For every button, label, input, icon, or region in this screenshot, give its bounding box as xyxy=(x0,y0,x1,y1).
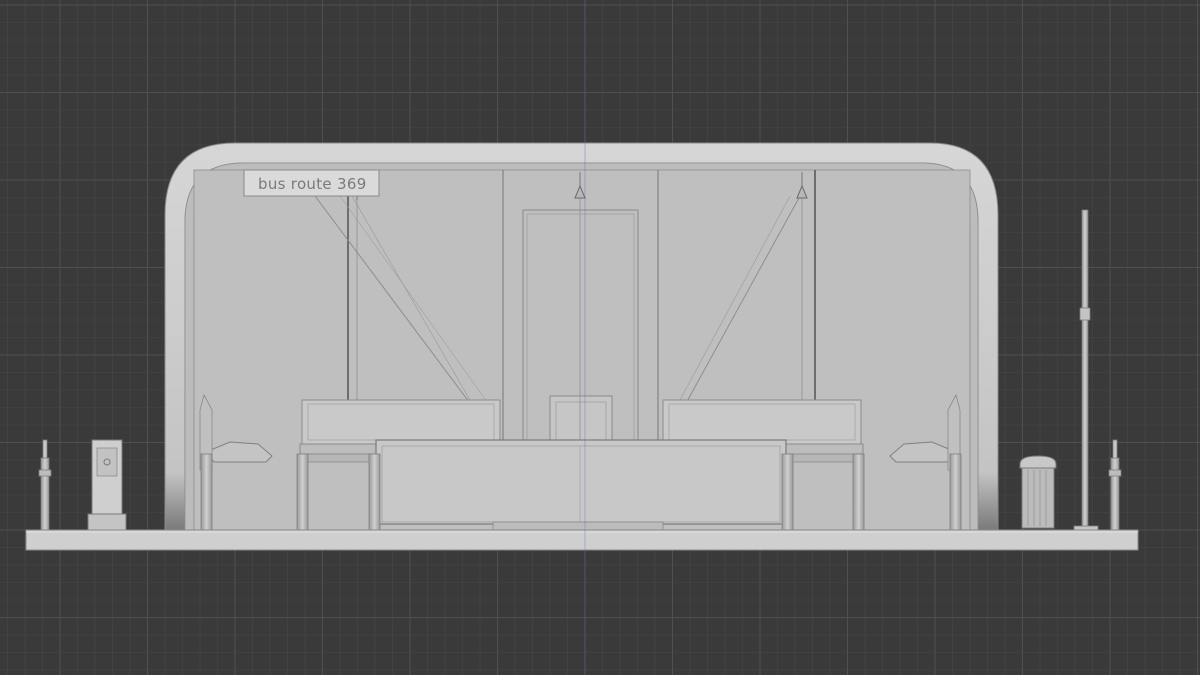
ground-slab[interactable] xyxy=(25,529,1139,551)
bollard-cap xyxy=(42,439,48,459)
bollard-post xyxy=(1110,457,1120,531)
bollard-post xyxy=(40,457,50,531)
bench-seat-rail xyxy=(789,453,863,463)
bin-body xyxy=(1021,467,1055,529)
bench-seat xyxy=(299,443,381,455)
bench-leg xyxy=(296,453,309,531)
bench-leg xyxy=(781,453,794,531)
bench-leg xyxy=(852,453,865,531)
bench-seat-rail xyxy=(299,453,377,463)
orthographic-front-view[interactable]: bus route 369 xyxy=(0,0,1200,675)
bollard-left[interactable] xyxy=(38,439,52,531)
bench-leg xyxy=(368,453,381,531)
display-box-base xyxy=(492,521,664,531)
bench-backrest xyxy=(301,399,501,445)
ground-slab-top xyxy=(25,529,1139,551)
route-sign-text: bus route 369 xyxy=(258,175,367,193)
totem-screen xyxy=(96,447,118,477)
bench-leg xyxy=(949,453,962,531)
display-box[interactable] xyxy=(375,439,787,531)
pole-bracket xyxy=(1079,307,1091,321)
bollard-ring xyxy=(1108,469,1122,477)
bin-lid xyxy=(1019,455,1057,469)
display-box-body xyxy=(375,439,787,525)
route-sign[interactable]: bus route 369 xyxy=(243,169,380,197)
street-pole[interactable] xyxy=(1073,209,1099,532)
bollard-ring xyxy=(38,469,52,477)
bollard-right[interactable] xyxy=(1108,439,1122,531)
information-totem[interactable] xyxy=(87,439,127,531)
3d-viewport[interactable]: bus route 369 xyxy=(0,0,1200,675)
bollard-cap xyxy=(1112,439,1118,459)
waste-bin[interactable] xyxy=(1019,455,1057,529)
bench-seat xyxy=(784,443,864,455)
pole-shaft xyxy=(1081,209,1089,529)
bench-leg xyxy=(200,453,213,531)
door-kick xyxy=(549,395,613,441)
totem-base xyxy=(87,513,127,531)
bench-backrest xyxy=(662,399,862,445)
